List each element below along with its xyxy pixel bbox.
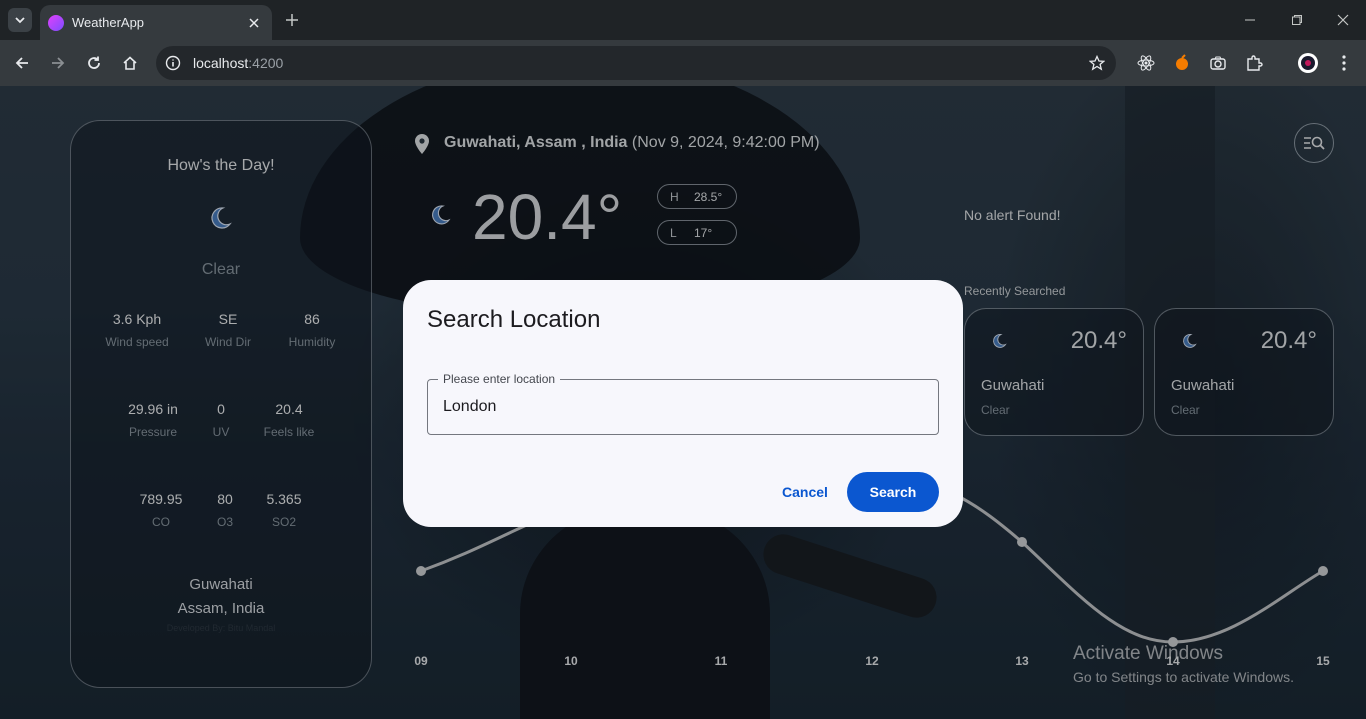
location-field-label: Please enter location	[438, 372, 561, 386]
tab-close-button[interactable]	[244, 13, 264, 33]
cancel-button[interactable]: Cancel	[773, 472, 837, 512]
window-close-button[interactable]	[1333, 10, 1353, 30]
home-icon	[123, 56, 137, 70]
back-button[interactable]	[10, 51, 34, 75]
url-text: localhost:4200	[193, 55, 284, 71]
window-minimize-button[interactable]	[1240, 10, 1260, 30]
close-icon	[1337, 14, 1349, 26]
tab-title: WeatherApp	[72, 15, 145, 30]
new-tab-button[interactable]	[282, 10, 302, 30]
reload-icon	[88, 56, 100, 69]
extensions-puzzle-icon[interactable]	[1242, 51, 1266, 75]
chevron-down-icon	[15, 17, 25, 24]
browser-menu-button[interactable]	[1332, 51, 1356, 75]
forward-button[interactable]	[46, 51, 70, 75]
tab-list-button[interactable]	[8, 8, 32, 32]
site-info-icon[interactable]	[164, 54, 182, 72]
more-vertical-icon	[1342, 55, 1346, 71]
plus-icon	[286, 14, 298, 26]
dialog-title: Search Location	[427, 306, 601, 333]
window-restore-button[interactable]	[1287, 10, 1307, 30]
browser-toolbar: localhost:4200	[0, 40, 1366, 86]
address-bar[interactable]: localhost:4200	[156, 46, 1116, 80]
extension-orange-icon[interactable]	[1170, 51, 1194, 75]
reload-button[interactable]	[82, 51, 106, 75]
location-field[interactable]: Please enter location	[427, 372, 939, 435]
app-favicon-icon	[48, 14, 64, 31]
camera-extension-icon[interactable]	[1206, 51, 1230, 75]
search-button[interactable]: Search	[847, 472, 939, 512]
minimize-icon	[1245, 19, 1255, 21]
bookmark-star-icon[interactable]	[1088, 54, 1106, 72]
home-button[interactable]	[118, 51, 142, 75]
location-input[interactable]	[443, 395, 923, 419]
restore-icon	[1292, 15, 1302, 25]
search-location-dialog: Search Location Please enter location Ca…	[403, 280, 963, 527]
arrow-right-icon	[52, 57, 65, 69]
browser-tabbar: WeatherApp	[0, 0, 1366, 40]
close-icon	[249, 17, 259, 28]
arrow-left-icon	[15, 57, 28, 69]
browser-tab-active[interactable]: WeatherApp	[40, 5, 272, 40]
profile-avatar[interactable]	[1296, 51, 1320, 75]
react-devtools-extension-icon[interactable]	[1134, 51, 1158, 75]
